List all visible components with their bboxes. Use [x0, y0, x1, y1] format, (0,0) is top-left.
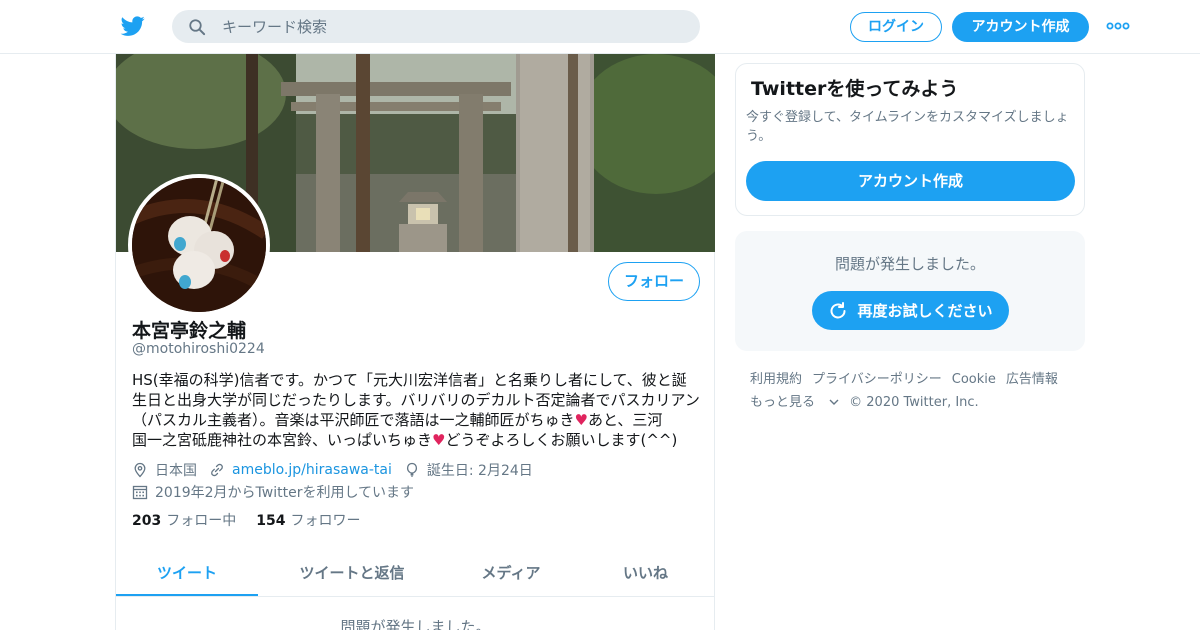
profile-birthday: 誕生日: 2月24日 [426, 463, 533, 479]
chevron-down-icon [829, 399, 839, 405]
followers-label: フォロワー [290, 513, 361, 529]
timeline-error-message: 問題が発生しました。 [340, 618, 491, 630]
footer-link-more[interactable]: もっと見る [750, 395, 839, 410]
bio-text: あと、三河 [587, 411, 663, 429]
signup-card-title: Twitterを使ってみよう [751, 78, 959, 100]
calendar-icon [132, 485, 148, 500]
heart-emoji-icon: ♥ [574, 411, 588, 429]
signup-button[interactable]: アカウント作成 [952, 12, 1089, 42]
refresh-icon [831, 301, 846, 318]
more-label: もっと見る [750, 395, 816, 410]
retry-label: 再度お試しください [857, 302, 993, 320]
tab-tweets-and-replies[interactable]: ツイートと返信 [258, 550, 446, 596]
retry-button[interactable]: 再度お試しください [812, 291, 1009, 330]
footer-link-terms[interactable]: 利用規約 [750, 372, 802, 387]
footer-link-privacy[interactable]: プライバシーポリシー [812, 372, 942, 387]
error-message: 問題が発生しました。 [834, 255, 985, 273]
tab-tweets[interactable]: ツイート [116, 550, 258, 596]
tab-likes[interactable]: いいね [576, 550, 715, 596]
profile-meta-row: 2019年2月からTwitterを利用しています [132, 482, 426, 502]
profile-name: 本宮亭鈴之輔 [132, 320, 247, 342]
top-navigation-bar: ログイン アカウント作成 [0, 0, 1200, 54]
bio-line: HS(幸福の科学)信者です。かつて「元大川宏洋信者」と名乗りし者にして、彼と誕 [132, 371, 687, 389]
tab-media[interactable]: メディア [446, 550, 576, 596]
profile-tabs: ツイート ツイートと返信 メディア いいね [116, 550, 715, 597]
footer-links: 利用規約 プライバシーポリシー Cookie 広告情報 もっと見る © 2020 Tw… [750, 368, 1080, 414]
bio-line: 生日と出身大学が同じだったりします。バリバリのデカルト否定論者でパスカリアン [132, 391, 700, 409]
bio-line: （パスカル主義者）。音楽は平沢師匠で落語は一之輔師匠がちゅき♥あと、三河 [132, 410, 702, 430]
search-icon [189, 19, 206, 36]
profile-column: フォロー 本宮亭鈴之輔 @motohiroshi0224 HS(幸福の科学)信者… [115, 54, 715, 630]
profile-handle[interactable]: @motohiroshi0224 [132, 341, 265, 357]
profile-website-link[interactable]: ameblo.jp/hirasawa-tai [232, 462, 392, 478]
signup-promo-card: Twitterを使ってみよう 今すぐ登録して、タイムラインをカスタマイズしましょ… [735, 63, 1085, 216]
location-pin-icon [134, 462, 146, 478]
profile-joined-date: 2019年2月からTwitterを利用しています [155, 485, 415, 501]
following-label: フォロー中 [166, 513, 237, 529]
footer-link-cookie[interactable]: Cookie [952, 372, 996, 387]
bio-text: どうぞよろしくお願いします(^^) [445, 431, 678, 449]
profile-meta-row: 日本国 ameblo.jp/hirasawa-tai 誕生日: 2月24日 [132, 460, 545, 480]
following-stat[interactable]: 203 フォロー中 [132, 510, 236, 530]
twitter-bird-logo-icon[interactable] [120, 14, 146, 38]
profile-stats: 203 フォロー中 154 フォロワー [132, 510, 380, 530]
bio-text: （パスカル主義者）。音楽は平沢師匠で落語は一之輔師匠がちゅき [132, 411, 575, 429]
footer-link-ads-info[interactable]: 広告情報 [1006, 372, 1058, 387]
signup-card-description: 今すぐ登録して、タイムラインをカスタマイズしましょう。 [746, 110, 1069, 144]
search-input[interactable] [222, 10, 682, 43]
signup-card-button[interactable]: アカウント作成 [746, 161, 1075, 201]
followers-count: 154 [256, 513, 286, 529]
followers-stat[interactable]: 154 フォロワー [256, 510, 360, 530]
profile-avatar[interactable] [128, 174, 270, 316]
search-box[interactable] [172, 10, 700, 43]
heart-emoji-icon: ♥ [432, 431, 446, 449]
link-icon [211, 463, 223, 477]
profile-bio: HS(幸福の科学)信者です。かつて「元大川宏洋信者」と名乗りし者にして、彼と誕 … [132, 370, 702, 450]
balloon-icon [406, 462, 417, 477]
bio-text: 国一之宮砥鹿神社の本宮鈴、いっぱいちゅき [132, 431, 433, 449]
follow-button[interactable]: フォロー [608, 262, 700, 301]
following-count: 203 [132, 513, 162, 529]
error-box: 問題が発生しました。 再度お試しください [735, 231, 1085, 351]
more-options-icon[interactable] [1106, 18, 1130, 34]
profile-location: 日本国 [155, 463, 197, 479]
login-button[interactable]: ログイン [850, 12, 942, 42]
bio-line: 国一之宮砥鹿神社の本宮鈴、いっぱいちゅき♥どうぞよろしくお願いします(^^) [132, 430, 702, 450]
footer-copyright: © 2020 Twitter, Inc. [849, 395, 979, 410]
